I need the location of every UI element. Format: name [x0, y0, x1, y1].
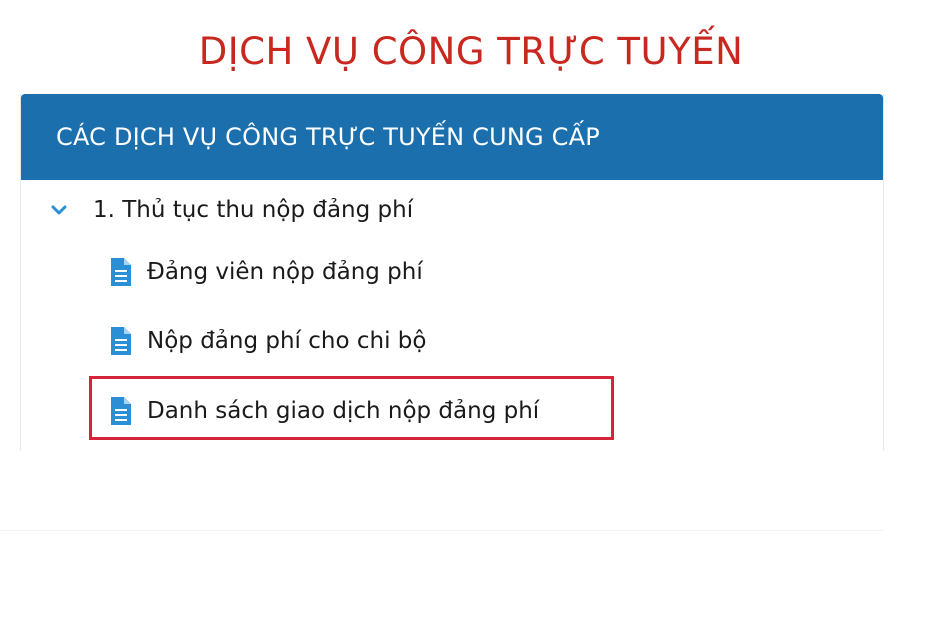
document-icon — [111, 258, 131, 286]
divider — [0, 530, 884, 531]
chevron-down-icon — [51, 205, 67, 215]
panel-header: CÁC DỊCH VỤ CÔNG TRỰC TUYẾN CUNG CẤP — [21, 94, 883, 180]
item-label: Danh sách giao dịch nộp đảng phí — [147, 398, 540, 424]
item-label: Nộp đảng phí cho chi bộ — [147, 328, 427, 354]
document-icon — [111, 327, 131, 355]
page: DỊCH VỤ CÔNG TRỰC TUYẾN CÁC DỊCH VỤ CÔNG… — [0, 0, 942, 620]
service-link-member-fee[interactable]: Đảng viên nộp đảng phí — [109, 252, 423, 292]
services-panel: CÁC DỊCH VỤ CÔNG TRỰC TUYẾN CUNG CẤP 1. … — [20, 94, 884, 450]
service-link-transaction-list[interactable]: Danh sách giao dịch nộp đảng phí — [109, 391, 539, 431]
item-label: Đảng viên nộp đảng phí — [147, 259, 423, 285]
group-label: 1. Thủ tục thu nộp đảng phí — [93, 197, 414, 223]
document-icon — [111, 397, 131, 425]
panel-header-title: CÁC DỊCH VỤ CÔNG TRỰC TUYẾN CUNG CẤP — [56, 123, 600, 151]
group-toggle[interactable]: 1. Thủ tục thu nộp đảng phí — [49, 194, 413, 226]
service-link-branch-fee[interactable]: Nộp đảng phí cho chi bộ — [109, 321, 426, 361]
page-title: DỊCH VỤ CÔNG TRỰC TUYẾN — [198, 30, 744, 73]
